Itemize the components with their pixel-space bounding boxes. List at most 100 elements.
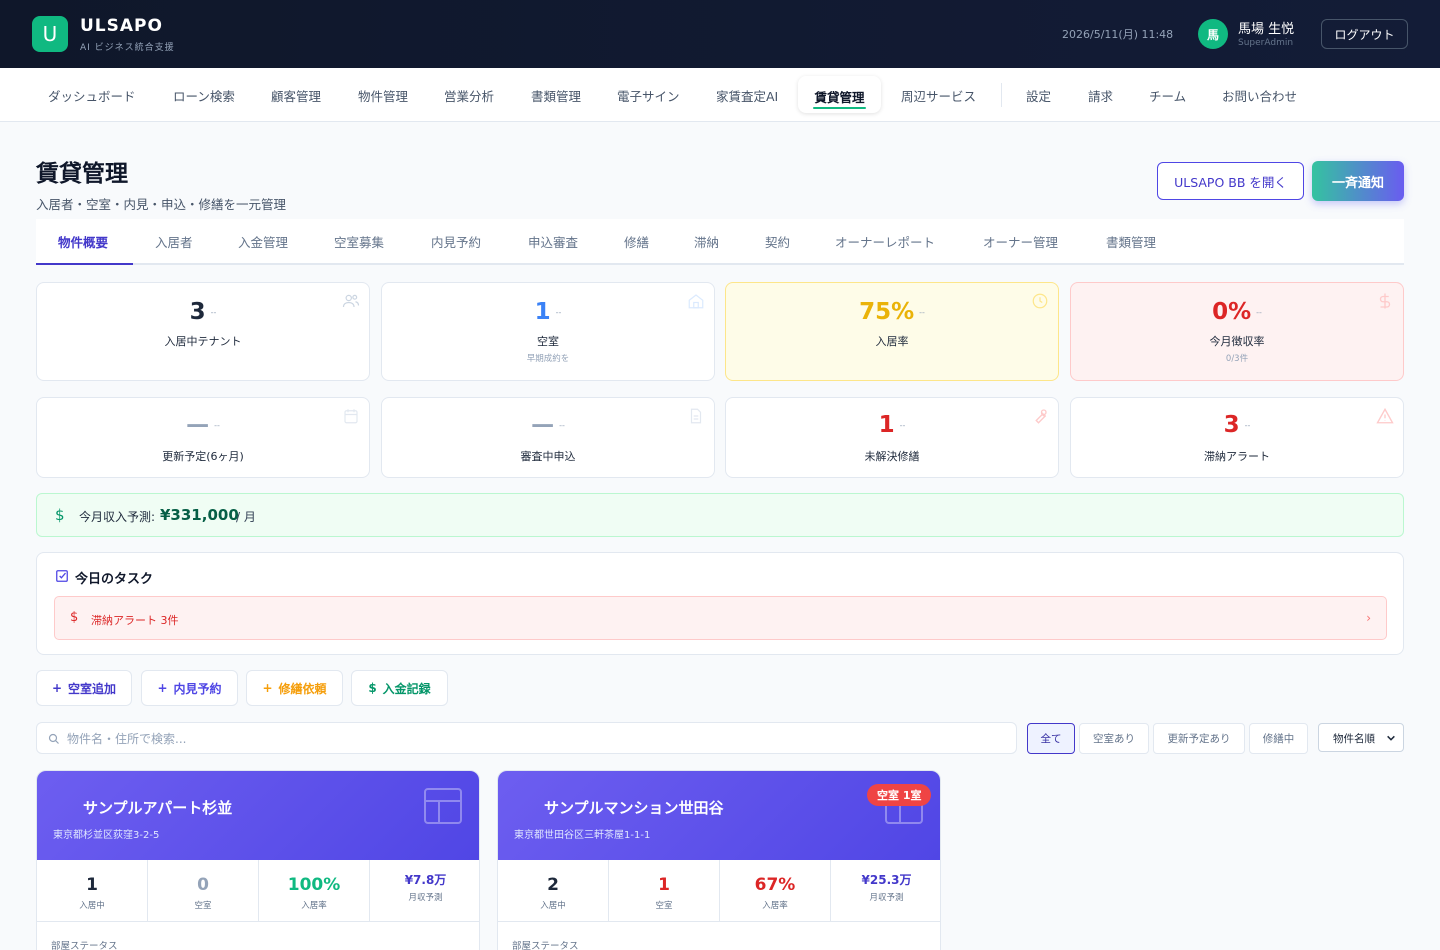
building-icon	[424, 788, 462, 824]
alert-text: 滞納アラート 3件	[91, 614, 179, 627]
nav-item-rent-ai[interactable]: 家賃査定AI	[716, 86, 778, 105]
stat-trend: --	[919, 308, 925, 317]
nav-item-nearby-services[interactable]: 周辺サービス	[901, 86, 976, 105]
stat-number: 2	[547, 875, 559, 895]
sort-select[interactable]: 物件名順	[1318, 723, 1404, 752]
nav-item-label: 賃貸管理	[814, 90, 865, 105]
brand-name: ULSAPO	[80, 16, 163, 36]
sub-tabs: 物件概要 入居者 入金管理 空室募集 内見予約 申込審査 修繕 滞納 契約 オー…	[36, 219, 1404, 265]
stat-label: 入居中テナント	[164, 335, 242, 348]
record-payment-button[interactable]: $ 入金記録	[351, 670, 448, 706]
stat-number: 75%	[859, 299, 915, 325]
property-name: サンプルマンション世田谷	[544, 799, 724, 817]
plus-icon: +	[157, 681, 168, 695]
stat-label: 入居率	[762, 901, 788, 911]
tab-contracts[interactable]: 契約	[765, 232, 790, 251]
nav-item-dashboard[interactable]: ダッシュボード	[48, 86, 136, 105]
stat-label: 入居率	[301, 901, 327, 911]
open-ulsapo-bb-button[interactable]: ULSAPO BB を開く	[1157, 162, 1304, 200]
app-logo[interactable]: U	[32, 16, 68, 52]
tab-documents[interactable]: 書類管理	[1106, 232, 1156, 251]
stat-card-vacant: 1 -- 空室 早期成約を	[381, 282, 715, 381]
stat-occupancy-rate: 67% 入居率	[720, 860, 831, 922]
nav-item-customers[interactable]: 顧客管理	[271, 86, 321, 105]
user-role: SuperAdmin	[1238, 38, 1294, 48]
tab-application-review[interactable]: 申込審査	[528, 232, 578, 251]
stat-value: 75% --	[726, 299, 1058, 325]
stat-card-occupancy: 75% -- 入居率	[725, 282, 1059, 381]
stat-hint: 早期成約を	[526, 354, 570, 364]
nav-item-contact[interactable]: お問い合わせ	[1222, 86, 1297, 105]
tab-property-overview[interactable]: 物件概要	[58, 232, 108, 251]
tab-arrears[interactable]: 滞納	[694, 232, 719, 251]
tab-vacancy-listing[interactable]: 空室募集	[334, 232, 384, 251]
income-label: 今月収入予測:	[79, 510, 156, 524]
tab-tenants[interactable]: 入居者	[155, 232, 193, 251]
stat-value: 3 --	[1071, 412, 1403, 438]
page-title: 賃貸管理	[36, 161, 128, 187]
search-bar	[36, 722, 1017, 754]
active-indicator	[813, 107, 866, 109]
nav-item-billing[interactable]: 請求	[1088, 86, 1113, 105]
bulk-notify-button[interactable]: 一斉通知	[1312, 161, 1404, 201]
tab-payments[interactable]: 入金管理	[238, 232, 288, 251]
filter-vacant[interactable]: 空室あり	[1079, 723, 1149, 754]
nav-divider	[1001, 83, 1002, 107]
filter-under-repair[interactable]: 修繕中	[1249, 723, 1308, 754]
stat-vacant: 0 空室	[148, 860, 259, 922]
stat-card-renewals: — -- 更新予定(6ヶ月)	[36, 397, 370, 478]
stat-number: 67%	[754, 875, 796, 895]
property-card[interactable]: サンプルマンション世田谷 東京都世田谷区三軒茶屋1-1-1 空室 1室 2 入居中…	[497, 770, 941, 950]
income-value: ¥331,000	[160, 506, 239, 524]
vacancy-badge: 空室 1室	[867, 784, 932, 806]
dollar-icon	[1379, 293, 1391, 309]
nav-item-sales-analysis[interactable]: 営業分析	[444, 86, 494, 105]
stat-number: 1	[658, 875, 670, 895]
document-icon	[690, 408, 702, 424]
logout-button[interactable]: ログアウト	[1321, 19, 1408, 49]
nav-item-documents[interactable]: 書類管理	[531, 86, 581, 105]
nav-item-loan-search[interactable]: ローン検索	[173, 86, 235, 105]
nav-item-team[interactable]: チーム	[1149, 86, 1186, 105]
book-viewing-button[interactable]: + 内見予約	[141, 670, 238, 706]
stat-number: 1	[534, 299, 551, 325]
stat-card-arrears: 3 -- 滞納アラート	[1070, 397, 1404, 478]
repair-request-button[interactable]: + 修繕依頼	[246, 670, 343, 706]
tab-owner-management[interactable]: オーナー管理	[983, 232, 1058, 251]
calendar-icon	[344, 409, 358, 424]
tab-owner-report[interactable]: オーナーレポート	[835, 232, 935, 251]
button-label: 内見予約	[173, 681, 222, 696]
search-input[interactable]	[67, 729, 997, 749]
room-status-label: 部屋ステータス	[51, 941, 118, 950]
income-unit: / 月	[236, 510, 256, 524]
stat-number: 0	[197, 875, 209, 895]
plus-icon: +	[51, 681, 63, 695]
stat-value: — --	[382, 412, 714, 438]
nav-item-settings[interactable]: 設定	[1026, 86, 1051, 105]
stat-number: 100%	[287, 875, 341, 895]
main-nav: ダッシュボード ローン検索 顧客管理 物件管理 営業分析 書類管理 電子サイン …	[0, 68, 1440, 122]
filter-renewal[interactable]: 更新予定あり	[1153, 723, 1245, 754]
stat-card-applications: — -- 審査中申込	[381, 397, 715, 478]
add-vacancy-button[interactable]: + 空室追加	[36, 670, 132, 706]
property-card-header: サンプルアパート杉並 東京都杉並区荻窪3-2-5	[37, 771, 479, 860]
stat-value: — --	[37, 412, 369, 438]
stat-label: 今月徴収率	[1209, 335, 1265, 348]
nav-item-e-sign[interactable]: 電子サイン	[617, 86, 680, 105]
stat-number: ¥25.3万	[861, 873, 912, 887]
nav-item-rental-management[interactable]: 賃貸管理	[798, 76, 881, 113]
stat-label: 入居中	[79, 901, 105, 911]
filter-all[interactable]: 全て	[1027, 723, 1075, 754]
nav-item-properties[interactable]: 物件管理	[358, 86, 408, 105]
stat-trend: --	[1244, 421, 1251, 430]
stat-number: —	[186, 412, 210, 438]
tab-viewing-booking[interactable]: 内見予約	[431, 232, 481, 251]
income-forecast-banner: $ 今月収入予測: ¥331,000 / 月	[36, 493, 1404, 537]
stat-label: 審査中申込	[520, 450, 576, 463]
property-card[interactable]: サンプルアパート杉並 東京都杉並区荻窪3-2-5 1 入居中 0 空室 100% 入居…	[36, 770, 480, 950]
tab-repairs[interactable]: 修繕	[624, 232, 649, 251]
property-card-header: サンプルマンション世田谷 東京都世田谷区三軒茶屋1-1-1 空室 1室	[498, 771, 940, 860]
avatar[interactable]: 馬	[1198, 19, 1228, 49]
arrears-alert-task[interactable]: $ 滞納アラート 3件 ›	[54, 596, 1387, 640]
brand-tagline: AI ビジネス統合支援	[80, 43, 175, 53]
